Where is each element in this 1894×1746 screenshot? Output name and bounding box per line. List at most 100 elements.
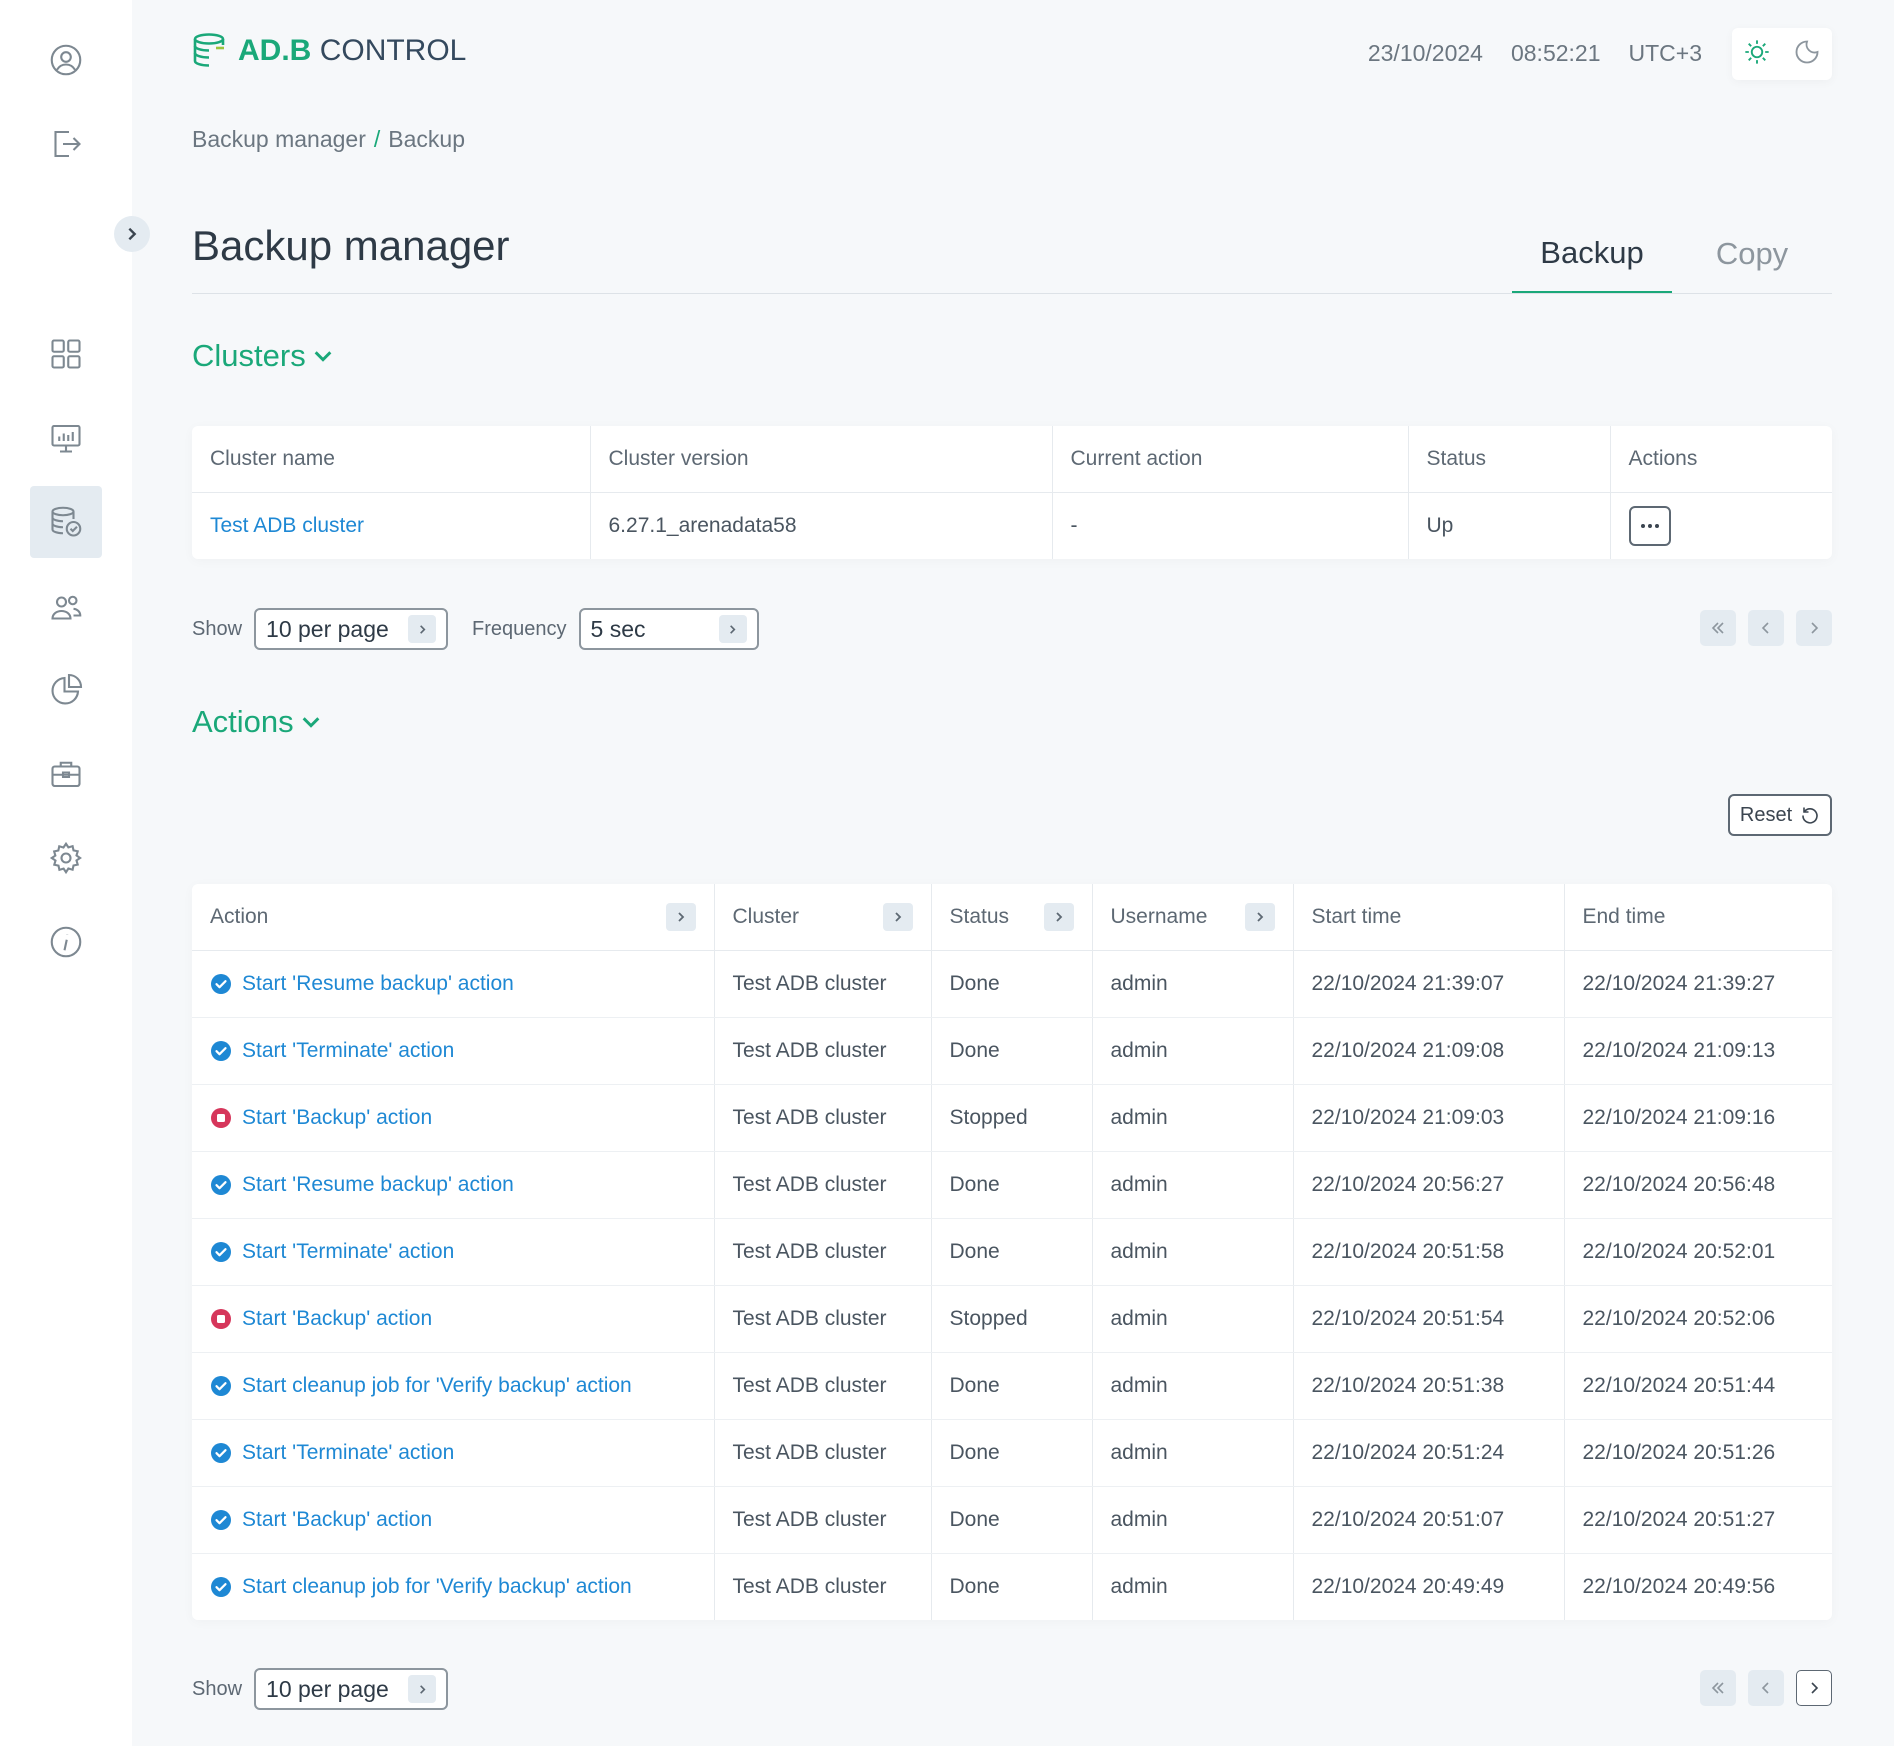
action-link[interactable]: Start 'Resume backup' action <box>242 972 514 995</box>
reset-button[interactable]: Reset <box>1728 794 1832 836</box>
action-username: admin <box>1092 1017 1294 1085</box>
done-icon <box>211 1577 231 1598</box>
previous-page-button[interactable] <box>1748 610 1784 646</box>
table-row: Start 'Resume backup' action Test ADB clu… <box>192 950 1832 1018</box>
action-link[interactable]: Start 'Backup' action <box>242 1106 432 1129</box>
moon-icon[interactable] <box>1793 38 1821 71</box>
action-filter-button[interactable] <box>665 902 696 931</box>
action-status: Done <box>931 1218 1093 1286</box>
sidebar <box>0 0 132 1746</box>
per-page-select[interactable]: 10 per page <box>254 608 449 650</box>
action-link[interactable]: Start 'Backup' action <box>242 1307 432 1330</box>
breadcrumb-parent[interactable]: Backup manager <box>192 126 366 153</box>
reset-label: Reset <box>1739 803 1793 826</box>
table-row: Start 'Terminate' action Test ADB cluster… <box>192 1419 1832 1487</box>
status-filter-button[interactable] <box>1043 902 1074 931</box>
action-link[interactable]: Start cleanup job for 'Verify backup' ac… <box>242 1374 632 1397</box>
action-start-time: 22/10/2024 20:56:27 <box>1293 1151 1565 1219</box>
per-page-select[interactable]: 10 per page <box>254 1668 449 1710</box>
column-header-current-action: Current action <box>1052 426 1409 493</box>
cluster-filter-button[interactable] <box>882 902 913 931</box>
column-header-cluster-version: Cluster version <box>590 426 1053 493</box>
monitoring-icon[interactable] <box>30 402 102 474</box>
action-start-time: 22/10/2024 20:51:38 <box>1293 1352 1565 1420</box>
clusters-section-toggle[interactable]: Clusters <box>192 338 334 374</box>
chevron-down-icon <box>302 717 320 728</box>
tab-backup[interactable]: Backup <box>1512 214 1672 294</box>
action-end-time: 22/10/2024 20:51:44 <box>1564 1352 1832 1420</box>
action-end-time: 22/10/2024 20:51:26 <box>1564 1419 1832 1487</box>
cluster-name-link[interactable]: Test ADB cluster <box>192 492 591 559</box>
users-icon[interactable] <box>30 572 102 644</box>
next-page-button[interactable] <box>1796 1670 1832 1706</box>
action-status: Done <box>931 1553 1093 1620</box>
done-icon <box>211 1442 231 1463</box>
action-cluster: Test ADB cluster <box>714 1352 932 1420</box>
briefcase-icon[interactable] <box>30 738 102 810</box>
logo-text: AD.B CONTROL <box>238 34 466 68</box>
action-link[interactable]: Start cleanup job for 'Verify backup' ac… <box>242 1575 632 1598</box>
backup-icon[interactable] <box>30 486 102 558</box>
stopped-icon <box>211 1308 231 1329</box>
frequency-select[interactable]: 5 sec <box>578 608 759 650</box>
pie-chart-icon[interactable] <box>30 654 102 726</box>
chevron-right-icon <box>718 615 747 643</box>
more-actions-button[interactable] <box>1628 505 1671 546</box>
next-page-button[interactable] <box>1796 610 1832 646</box>
column-header-status: Status <box>931 884 1093 951</box>
chevron-down-icon <box>314 351 332 362</box>
action-cluster: Test ADB cluster <box>714 950 932 1018</box>
user-icon[interactable] <box>30 24 102 96</box>
action-status: Stopped <box>931 1084 1093 1152</box>
logout-icon[interactable] <box>30 108 102 180</box>
per-page-value: 10 per page <box>266 1675 389 1702</box>
action-cluster: Test ADB cluster <box>714 1084 932 1152</box>
action-status: Done <box>931 950 1093 1018</box>
table-row: Start 'Backup' action Test ADB cluster Don… <box>192 1486 1832 1554</box>
sidebar-expand-button[interactable] <box>114 216 150 252</box>
dashboard-icon[interactable] <box>30 318 102 390</box>
action-start-time: 22/10/2024 20:51:58 <box>1293 1218 1565 1286</box>
username-filter-button[interactable] <box>1244 902 1275 931</box>
chevron-right-icon <box>1256 912 1263 922</box>
action-link[interactable]: Start 'Terminate' action <box>242 1039 454 1062</box>
actions-section-toggle[interactable]: Actions <box>192 704 322 740</box>
action-cluster: Test ADB cluster <box>714 1151 932 1219</box>
settings-icon[interactable] <box>30 822 102 894</box>
chevron-right-icon <box>894 912 901 922</box>
logo-brand: AD.B <box>238 34 312 67</box>
cluster-actions-cell <box>1610 492 1832 559</box>
info-icon[interactable] <box>30 906 102 978</box>
action-cell: Start 'Backup' action <box>192 1285 715 1353</box>
table-row: Start 'Resume backup' action Test ADB clu… <box>192 1151 1832 1219</box>
action-start-time: 22/10/2024 21:09:08 <box>1293 1017 1565 1085</box>
action-status: Done <box>931 1486 1093 1554</box>
action-username: admin <box>1092 1553 1294 1620</box>
action-end-time: 22/10/2024 21:09:13 <box>1564 1017 1832 1085</box>
tab-copy[interactable]: Copy <box>1672 214 1832 294</box>
table-row: Test ADB cluster 6.27.1_arenadata58 - Up <box>192 492 1832 559</box>
action-start-time: 22/10/2024 20:51:54 <box>1293 1285 1565 1353</box>
column-header-end-time: End time <box>1564 884 1832 951</box>
frequency-label: Frequency <box>472 617 567 640</box>
first-page-button[interactable] <box>1700 1670 1736 1706</box>
done-icon <box>211 1375 231 1396</box>
previous-page-button[interactable] <box>1748 1670 1784 1706</box>
logo[interactable]: AD.B CONTROL <box>192 32 466 70</box>
action-end-time: 22/10/2024 20:56:48 <box>1564 1151 1832 1219</box>
action-cell: Start cleanup job for 'Verify backup' ac… <box>192 1553 715 1620</box>
action-link[interactable]: Start 'Backup' action <box>242 1508 432 1531</box>
column-header-start-time: Start time <box>1293 884 1565 951</box>
show-label: Show <box>192 1677 243 1700</box>
action-link[interactable]: Start 'Terminate' action <box>242 1441 454 1464</box>
action-status: Done <box>931 1151 1093 1219</box>
action-link[interactable]: Start 'Resume backup' action <box>242 1173 514 1196</box>
action-start-time: 22/10/2024 20:51:07 <box>1293 1486 1565 1554</box>
action-link[interactable]: Start 'Terminate' action <box>242 1240 454 1263</box>
page-title: Backup manager <box>192 222 510 269</box>
first-page-button[interactable] <box>1700 610 1736 646</box>
column-header-cluster-label: Cluster <box>732 904 800 928</box>
action-end-time: 22/10/2024 20:51:27 <box>1564 1486 1832 1554</box>
cluster-status: Up <box>1408 492 1611 559</box>
sun-icon[interactable] <box>1743 38 1771 71</box>
